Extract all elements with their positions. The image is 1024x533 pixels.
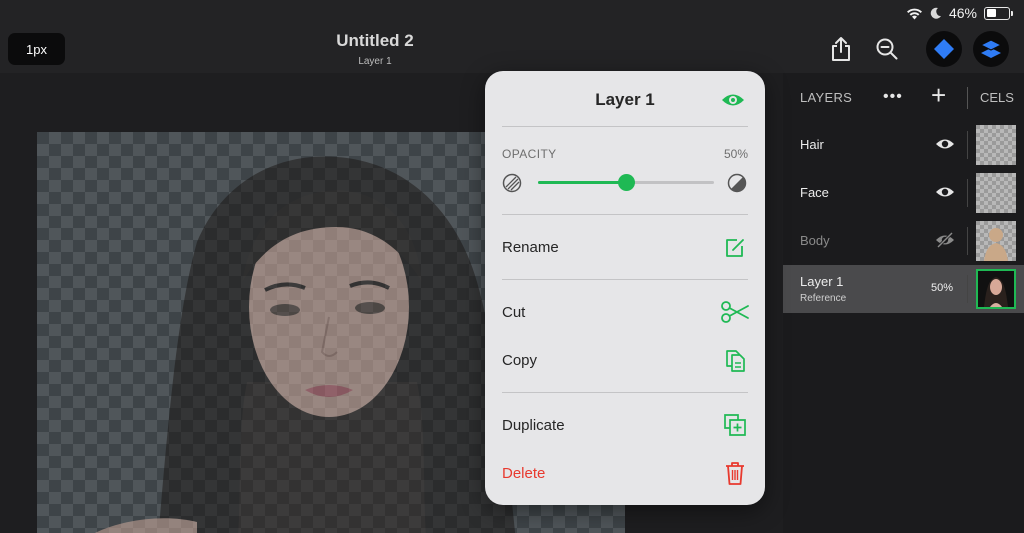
share-button[interactable] bbox=[826, 34, 856, 64]
opacity-label: OPACITY bbox=[502, 147, 557, 161]
zoom-out-icon bbox=[876, 38, 898, 60]
layer-name: Face bbox=[800, 185, 829, 200]
thumbnail-divider bbox=[967, 179, 968, 207]
battery-percent: 46% bbox=[948, 5, 977, 21]
divider bbox=[502, 279, 748, 280]
low-opacity-icon[interactable] bbox=[502, 173, 522, 193]
delete-button[interactable]: Delete bbox=[502, 456, 748, 490]
layer-row-face[interactable]: Face bbox=[783, 169, 1024, 217]
eye-icon[interactable] bbox=[935, 184, 955, 200]
layer-name: Hair bbox=[800, 137, 824, 152]
delete-label: Delete bbox=[502, 465, 546, 482]
layer-name: Layer 1 bbox=[800, 274, 844, 289]
layer-subtitle: Reference bbox=[800, 293, 847, 304]
status-bar: 46% bbox=[0, 0, 1024, 26]
trash-icon bbox=[726, 462, 744, 485]
battery-icon bbox=[984, 6, 1013, 20]
opacity-slider[interactable] bbox=[538, 174, 714, 191]
layers-tab[interactable]: LAYERS bbox=[800, 90, 852, 105]
divider bbox=[502, 214, 748, 215]
layer-name: Body bbox=[800, 233, 830, 248]
header-divider bbox=[967, 87, 968, 109]
layer-row-layer-1[interactable]: Layer 1 Reference 50% bbox=[783, 265, 1024, 313]
layers-icon bbox=[979, 39, 1003, 58]
layer-row-body[interactable]: Body bbox=[783, 217, 1024, 265]
layer-thumbnail[interactable] bbox=[976, 173, 1016, 213]
layer-thumbnail[interactable] bbox=[976, 125, 1016, 165]
thumbnail-divider bbox=[967, 275, 968, 303]
brush-size-button[interactable]: 1px bbox=[8, 33, 65, 65]
duplicate-icon bbox=[724, 414, 746, 436]
layer-thumbnail[interactable] bbox=[976, 269, 1016, 309]
layers-toggle-button[interactable] bbox=[973, 31, 1009, 67]
share-icon bbox=[832, 37, 850, 61]
eye-icon[interactable] bbox=[935, 136, 955, 152]
add-layer-button[interactable]: + bbox=[931, 82, 946, 108]
copy-icon bbox=[726, 350, 745, 372]
top-toolbar: 1px Untitled 2 Layer 1 bbox=[0, 26, 1024, 73]
cut-label: Cut bbox=[502, 304, 526, 321]
wifi-icon bbox=[906, 8, 922, 19]
opacity-slider-fill bbox=[538, 181, 626, 184]
layers-panel-header: LAYERS ••• + CELS bbox=[783, 73, 1024, 121]
divider bbox=[502, 126, 748, 127]
body-silhouette-icon bbox=[984, 228, 1008, 261]
zoom-out-button[interactable] bbox=[872, 34, 902, 64]
cels-tab[interactable]: CELS bbox=[980, 90, 1014, 105]
layer-thumbnail[interactable] bbox=[976, 221, 1016, 261]
document-title[interactable]: Untitled 2 bbox=[300, 31, 450, 51]
eye-icon[interactable] bbox=[721, 91, 745, 109]
document-subtitle: Layer 1 bbox=[358, 56, 392, 67]
photo-thumbnail bbox=[984, 277, 1008, 307]
diamond-icon bbox=[934, 39, 954, 59]
thumbnail-divider bbox=[967, 227, 968, 255]
edit-icon bbox=[726, 239, 744, 257]
full-opacity-icon[interactable] bbox=[727, 173, 747, 193]
duplicate-label: Duplicate bbox=[502, 417, 565, 434]
duplicate-button[interactable]: Duplicate bbox=[502, 408, 748, 442]
copy-label: Copy bbox=[502, 352, 538, 369]
opacity-slider-knob[interactable] bbox=[618, 174, 635, 191]
eye-hidden-icon[interactable] bbox=[935, 232, 955, 248]
cut-button[interactable]: Cut bbox=[502, 295, 749, 329]
layer-opacity: 50% bbox=[931, 282, 954, 294]
layer-options-popover: Layer 1 OPACITY 50% Rename Cut Copy Dupl… bbox=[485, 71, 765, 505]
copy-button[interactable]: Copy bbox=[502, 343, 748, 377]
thumbnail-divider bbox=[967, 131, 968, 159]
layers-panel: LAYERS ••• + CELS Hair Face Body Layer 1… bbox=[783, 73, 1024, 533]
rename-label: Rename bbox=[502, 239, 559, 256]
more-options-button[interactable]: ••• bbox=[883, 88, 903, 106]
rename-button[interactable]: Rename bbox=[502, 230, 748, 264]
divider bbox=[502, 392, 748, 393]
scissors-icon bbox=[721, 301, 749, 323]
moon-icon bbox=[930, 7, 941, 19]
selection-tool-button[interactable] bbox=[926, 31, 962, 67]
opacity-value: 50% bbox=[723, 147, 748, 161]
layer-row-hair[interactable]: Hair bbox=[783, 121, 1024, 169]
